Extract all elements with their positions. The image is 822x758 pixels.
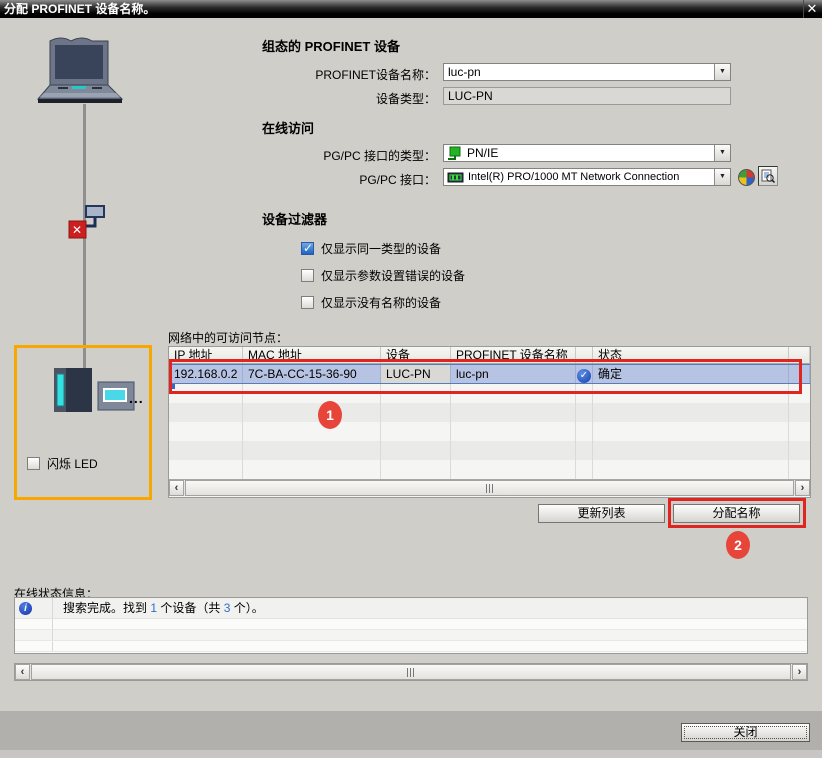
annotation-box-step1 [169,359,802,394]
update-list-button[interactable]: 更新列表 [538,504,665,523]
annotation-box-step2 [668,498,806,528]
scroll-thumb[interactable] [31,664,791,680]
flash-led-label: 闪烁 LED [47,455,98,472]
pgpc-interface-type-select[interactable]: PN/IE ▼ [443,144,731,162]
filter-bad-params-label: 仅显示参数设置错误的设备 [321,267,465,284]
scroll-right-icon[interactable]: › [795,480,810,496]
device-type-field: LUC-PN [443,87,731,105]
filter-same-type-checkbox[interactable]: ✓ [301,242,314,255]
globe-icon [738,169,755,186]
annotation-step1-badge: 1 [318,401,342,429]
filter-no-name-checkbox[interactable] [301,296,314,309]
pgpc-interface-select[interactable]: Intel(R) PRO/1000 MT Network Connection … [443,168,731,186]
filter-no-name-label: 仅显示没有名称的设备 [321,294,441,311]
accessible-devices-button[interactable] [758,166,778,186]
scroll-right-icon[interactable]: › [792,664,807,680]
table-row-empty [169,403,810,422]
table-horizontal-scrollbar[interactable]: ‹ › [169,479,810,496]
close-icon[interactable]: ✕ [803,0,820,18]
title-bar: 分配 PROFINET 设备名称。 ✕ [0,0,822,18]
interface-type-value: PN/IE [463,146,714,160]
check-icon: ✓ [303,241,313,255]
status-message-row: i 搜索完成。找到 1 个设备（共 3 个）。 [15,598,807,619]
status-horizontal-scrollbar[interactable]: ‹ › [14,663,808,681]
interface-label: PG/PC 接口： [260,171,436,188]
device-ellipsis: ... [129,390,144,406]
status-row-empty [15,619,807,630]
annotation-step2-badge: 2 [726,531,750,559]
device-filter-heading: 设备过滤器 [262,209,327,228]
window-title: 分配 PROFINET 设备名称。 [4,2,155,16]
pn-ie-icon [447,146,463,160]
grip-icon [486,484,495,493]
profinet-device-name-select[interactable]: luc-pn ▼ [443,63,731,81]
scroll-thumb[interactable] [185,480,794,496]
profinet-device-name-value: luc-pn [444,65,714,79]
pg-pc-computer-icon [36,31,128,107]
grip-icon [407,668,416,677]
status-row-empty [15,641,807,652]
scroll-left-icon[interactable]: ‹ [169,480,184,496]
table-row-empty [169,441,810,460]
scroll-left-icon[interactable]: ‹ [15,664,30,680]
nodes-table-caption: 网络中的可访问节点： [168,329,288,346]
table-row-empty [169,422,810,441]
chevron-down-icon[interactable]: ▼ [714,64,730,80]
online-access-heading: 在线访问 [262,118,314,137]
interface-type-label: PG/PC 接口的类型： [260,147,436,164]
assign-profinet-name-dialog: 分配 PROFINET 设备名称。 ✕ ✕ ... 闪烁 LED 组态的 PRO… [0,0,822,758]
filter-same-type-label: 仅显示同一类型的设备 [321,240,441,257]
profinet-name-label: PROFINET设备名称： [260,66,436,83]
search-list-icon [761,169,775,183]
status-message: 搜索完成。找到 1 个设备（共 3 个）。 [53,598,264,618]
network-settings-button[interactable] [736,167,756,187]
close-button[interactable]: 关闭 [681,723,810,742]
device-type-label: 设备类型： [260,90,436,107]
online-status-list: i 搜索完成。找到 1 个设备（共 3 个）。 [14,597,808,654]
table-row-empty [169,460,810,479]
network-link-broken-icon: ✕ [60,196,110,244]
red-x-glyph: ✕ [72,223,82,237]
info-icon: i [19,602,32,615]
nic-card-icon [447,171,464,184]
filter-bad-params-checkbox[interactable] [301,269,314,282]
flash-led-checkbox[interactable] [27,457,40,470]
status-row-empty [15,630,807,641]
chevron-down-icon[interactable]: ▼ [714,145,730,161]
configured-device-heading: 组态的 PROFINET 设备 [262,36,400,55]
interface-value: Intel(R) PRO/1000 MT Network Connection [464,171,714,183]
chevron-down-icon[interactable]: ▼ [714,169,730,185]
footer-strip [0,750,822,758]
